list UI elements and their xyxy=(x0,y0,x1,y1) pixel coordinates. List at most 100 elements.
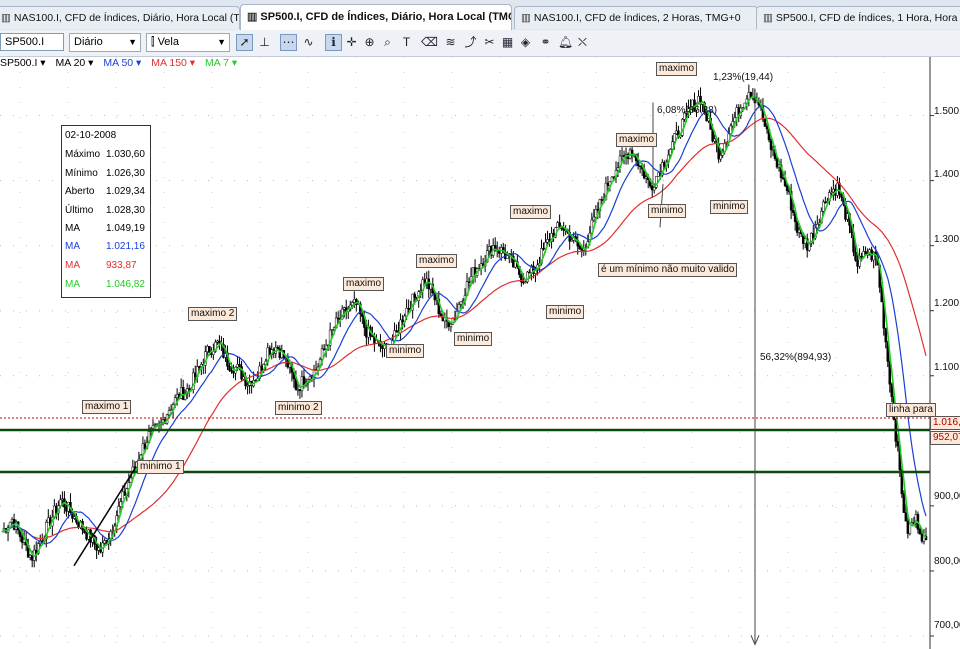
label-minimo-d[interactable]: minimo xyxy=(648,204,687,218)
period-select[interactable]: Diário ▼ xyxy=(69,33,141,52)
info-value: 1.021,16 xyxy=(106,241,145,252)
candle-body xyxy=(336,317,340,320)
candle-body xyxy=(822,201,825,212)
candle-body xyxy=(260,365,263,371)
trend-icon[interactable]: ⤴ xyxy=(462,34,479,51)
candle-body xyxy=(775,158,779,168)
candle-body xyxy=(342,307,346,310)
crosshair-tool-button[interactable]: ⋯ xyxy=(280,34,297,51)
template-icon[interactable]: ▦ xyxy=(499,34,516,51)
candle-body xyxy=(795,221,799,233)
candle-body xyxy=(361,313,364,317)
tab-nas100-daily[interactable]: ▥ NAS100.I, CFD de Índices, Diário, Hora … xyxy=(0,6,240,29)
link-icon[interactable]: ⚭ xyxy=(537,34,554,51)
candle-body xyxy=(208,345,211,353)
candle-body xyxy=(904,512,908,522)
period-value: Diário xyxy=(74,36,103,48)
tools-icon[interactable]: ✂ xyxy=(481,34,498,51)
candle-body xyxy=(85,532,88,540)
chart-icon: ▥ xyxy=(763,12,773,24)
measure-top-text: 1,23%(19,44) xyxy=(713,72,774,83)
candle-body xyxy=(763,118,767,127)
horizontal-line-tool-button[interactable]: ⊥ xyxy=(256,34,273,51)
candle-body xyxy=(268,347,271,356)
indicator-ma7[interactable]: MA 7 ▾ xyxy=(205,57,237,69)
candle-body xyxy=(769,139,773,150)
label-maximo-d[interactable]: maximo xyxy=(616,133,658,147)
measure-drop-text: 56,32%(894,93) xyxy=(760,352,832,363)
candle-body xyxy=(542,248,545,250)
candle-body xyxy=(288,363,292,368)
label-maximo-a[interactable]: maximo xyxy=(343,277,385,291)
label-maximo-c[interactable]: maximo xyxy=(510,205,552,219)
candle-body xyxy=(117,506,121,516)
candle-body xyxy=(524,281,527,284)
label-minimo-b[interactable]: minimo xyxy=(454,332,493,346)
candle-body xyxy=(20,536,24,543)
label-minimo-a[interactable]: minimo xyxy=(386,344,425,358)
magnifier-icon[interactable]: ⌕ xyxy=(379,34,396,51)
candle-body xyxy=(854,251,857,261)
candle-body xyxy=(860,255,863,258)
label-minimo-1[interactable]: minimo 1 xyxy=(137,460,184,474)
zoom-icon[interactable]: ⊕ xyxy=(361,34,378,51)
candle-body xyxy=(797,229,801,233)
cursor-tool-button[interactable]: ➚ xyxy=(236,34,253,51)
text-tool-button[interactable]: T xyxy=(398,34,415,51)
candle-body xyxy=(47,517,50,523)
chart-type-select[interactable]: ⫿ Vela ▼ xyxy=(146,33,230,52)
lock-icon[interactable]: ⛌ xyxy=(574,34,591,51)
candle-body xyxy=(175,394,179,398)
label-linha-para[interactable]: linha para xyxy=(886,403,936,417)
candle-body xyxy=(187,388,191,390)
candle-body xyxy=(824,201,827,204)
candle-body xyxy=(471,267,475,277)
candle-body xyxy=(353,299,356,303)
label-maximo-top[interactable]: maximo xyxy=(656,62,698,76)
candle-body xyxy=(580,248,584,251)
candle-body xyxy=(546,239,549,243)
info-value: 1.026,30 xyxy=(106,168,145,179)
candle-body xyxy=(230,370,233,372)
info-tool-button[interactable]: ℹ xyxy=(325,34,342,51)
indicator-symbol[interactable]: SP500.I ▾ xyxy=(0,57,46,69)
candle-body xyxy=(30,555,34,561)
price-axis-tick: 900,00 xyxy=(934,491,960,502)
indicator-ma50[interactable]: MA 50 ▾ xyxy=(103,57,141,69)
fibonacci-icon[interactable]: ≋ xyxy=(442,34,459,51)
candle-body xyxy=(528,271,531,274)
indicator-ma20[interactable]: MA 20 ▾ xyxy=(55,57,93,69)
candle-body xyxy=(592,216,596,221)
line-style-tool-button[interactable]: ∿ xyxy=(300,34,317,51)
label-minimo-c[interactable]: minimo xyxy=(546,305,585,319)
color-icon[interactable]: ◈ xyxy=(517,34,534,51)
alarm-icon[interactable]: 🔔︎ xyxy=(557,34,574,51)
tab-sp500-daily[interactable]: ▥ SP500.I, CFD de Índices, Diário, Hora L… xyxy=(240,4,512,30)
candle-body xyxy=(242,376,245,380)
tab-label: NAS100.I, CFD de Índices, 2 Horas, TMG+0 xyxy=(533,12,741,24)
candle-body xyxy=(620,155,624,157)
label-nota[interactable]: é um mínimo não muito valido xyxy=(598,263,738,277)
tab-sp500-1h[interactable]: ▥ SP500.I, CFD de Índices, 1 Hora, Hora L… xyxy=(756,6,960,29)
chart-toolbar: Diário▼ ⫿ Vela▼ ➚ ⊥ ⋯ ∿ ℹ ✛ ⊕ ⌕ T ⌫ ≋ ⤴ … xyxy=(0,30,960,57)
candle-body xyxy=(920,533,924,542)
candle-body xyxy=(657,172,660,177)
price-axis-tick: 1.300,00 xyxy=(934,234,960,245)
label-minimo-e[interactable]: minimo xyxy=(710,200,749,214)
candle-body xyxy=(652,187,656,191)
label-minimo-2[interactable]: minimo 2 xyxy=(275,401,322,415)
candle-body xyxy=(103,540,106,544)
candle-body xyxy=(747,92,751,100)
tab-nas100-2h[interactable]: ▥ NAS100.I, CFD de Índices, 2 Horas, TMG+… xyxy=(514,6,758,29)
indicator-ma150[interactable]: MA 150 ▾ xyxy=(151,57,195,69)
chevron-down-icon: ▼ xyxy=(128,37,137,47)
label-maximo-2[interactable]: maximo 2 xyxy=(188,307,238,321)
eraser-icon[interactable]: ⌫ xyxy=(421,34,438,51)
cross-tool-button[interactable]: ✛ xyxy=(343,34,360,51)
candle-body xyxy=(28,555,32,558)
candle-body xyxy=(413,293,416,298)
label-maximo-1[interactable]: maximo 1 xyxy=(82,400,132,414)
label-maximo-b[interactable]: maximo xyxy=(416,254,458,268)
symbol-input[interactable] xyxy=(0,33,64,51)
candle-body xyxy=(791,209,795,213)
